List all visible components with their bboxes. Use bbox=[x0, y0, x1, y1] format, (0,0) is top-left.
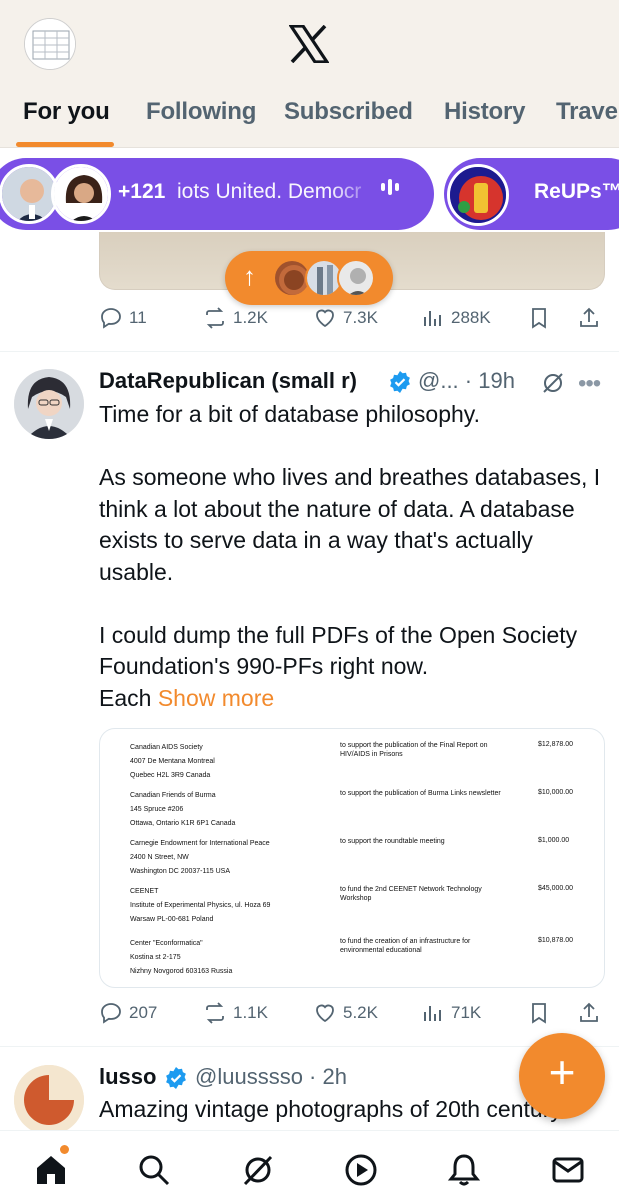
space-pill[interactable]: +121 iots United. Democr bbox=[0, 158, 434, 230]
bottom-navigation bbox=[0, 1130, 619, 1200]
tweet2-text: Time for a bit of database philosophy. A… bbox=[99, 399, 609, 714]
reply-icon bbox=[101, 1003, 121, 1024]
tab-following[interactable]: Following bbox=[146, 98, 256, 126]
search-icon[interactable] bbox=[137, 1153, 171, 1187]
like-count: 5.2K bbox=[343, 1003, 378, 1022]
tweet2-paragraph: As someone who lives and breathes databa… bbox=[99, 464, 601, 585]
tweet2-document-image[interactable]: Canadian AIDS Society 4007 De Mentana Mon… bbox=[99, 728, 605, 988]
tab-subscribed[interactable]: Subscribed bbox=[284, 98, 413, 126]
like-count: 7.3K bbox=[343, 308, 378, 327]
tab-for-you[interactable]: For you bbox=[23, 98, 110, 126]
author-name[interactable]: DataRepublican (small r) bbox=[99, 368, 357, 394]
views-icon bbox=[424, 1006, 441, 1021]
new-post-avatar bbox=[337, 259, 375, 297]
bookmark-button[interactable] bbox=[527, 301, 551, 335]
repost-count: 1.2K bbox=[233, 308, 268, 327]
heart-icon bbox=[316, 309, 334, 328]
reply-count: 207 bbox=[129, 1003, 158, 1022]
reply-count: 11 bbox=[129, 308, 147, 327]
views-count: 288K bbox=[451, 308, 491, 327]
grok-icon[interactable] bbox=[241, 1153, 275, 1187]
spaces-bar: +121 iots United. Democr ReUPs™ bbox=[0, 158, 619, 230]
share-icon bbox=[580, 1002, 598, 1022]
show-more-link[interactable]: Show more bbox=[158, 685, 274, 711]
repost-icon bbox=[206, 1002, 224, 1024]
messages-icon[interactable] bbox=[551, 1153, 585, 1187]
views-button[interactable]: 288K bbox=[421, 301, 491, 335]
repost-button[interactable]: 1.2K bbox=[203, 301, 268, 335]
tweet2-paragraph: Time for a bit of database philosophy. bbox=[99, 401, 480, 427]
top-header: For you Following Subscribed History Tra… bbox=[0, 0, 619, 148]
reply-button[interactable]: 207 bbox=[99, 996, 157, 1030]
views-count: 71K bbox=[451, 1003, 482, 1022]
like-button[interactable]: 5.2K bbox=[313, 996, 378, 1030]
space2-host-avatar bbox=[447, 164, 509, 226]
repost-icon bbox=[206, 307, 224, 329]
space-title-fade bbox=[330, 170, 380, 216]
profile-avatar[interactable] bbox=[24, 18, 76, 70]
reply-button[interactable]: 11 bbox=[99, 301, 147, 335]
author-handle: @luusssso · 2h bbox=[195, 1064, 347, 1089]
plus-icon: + bbox=[548, 1046, 576, 1098]
bookmark-button[interactable] bbox=[527, 996, 551, 1030]
post-time: 2h bbox=[322, 1064, 347, 1089]
space2-title: ReUPs™ bbox=[534, 180, 619, 203]
bookmark-icon bbox=[532, 1003, 546, 1024]
verified-badge-icon bbox=[166, 1067, 186, 1089]
home-icon[interactable] bbox=[34, 1153, 68, 1187]
views-icon bbox=[424, 311, 441, 326]
tab-history[interactable]: History bbox=[444, 98, 525, 126]
share-button[interactable] bbox=[577, 301, 601, 335]
x-logo-icon[interactable] bbox=[289, 25, 329, 63]
tab-travel[interactable]: Trave bbox=[556, 98, 618, 126]
more-options-icon[interactable]: ••• bbox=[578, 370, 601, 398]
repost-button[interactable]: 1.1K bbox=[203, 996, 268, 1030]
heart-icon bbox=[316, 1004, 334, 1023]
verified-badge-icon bbox=[390, 371, 410, 393]
lusso-avatar[interactable] bbox=[14, 1065, 84, 1135]
author-handle: @... · 19h bbox=[418, 368, 515, 393]
home-notification-dot bbox=[60, 1145, 69, 1154]
tweet-divider bbox=[0, 351, 619, 352]
notifications-icon[interactable] bbox=[447, 1153, 481, 1187]
arrow-up-icon: ↑ bbox=[243, 261, 256, 291]
reply-icon bbox=[101, 308, 121, 329]
compose-post-button[interactable]: + bbox=[519, 1033, 605, 1119]
share-icon bbox=[580, 307, 598, 327]
space-cohost-avatar bbox=[51, 164, 111, 224]
like-button[interactable]: 7.3K bbox=[313, 301, 378, 335]
tweet1-actions: 11 1.2K 7.3K 288K bbox=[99, 301, 609, 335]
tweet2-paragraph: I could dump the full PDFs of the Open S… bbox=[99, 621, 578, 711]
profile-avatar-image bbox=[25, 19, 75, 69]
post-time: 19h bbox=[478, 368, 515, 393]
space-listener-count: +121 bbox=[118, 180, 166, 203]
tweet2-actions: 207 1.1K 5.2K 71K bbox=[99, 996, 609, 1030]
grok-icon[interactable] bbox=[540, 370, 566, 396]
timeline-tabs: For you Following Subscribed History Tra… bbox=[0, 92, 619, 148]
bookmark-icon bbox=[532, 308, 546, 329]
author-name[interactable]: lusso bbox=[99, 1064, 156, 1090]
views-button[interactable]: 71K bbox=[421, 996, 481, 1030]
active-tab-indicator bbox=[16, 142, 114, 147]
share-button[interactable] bbox=[577, 996, 601, 1030]
new-posts-button[interactable]: ↑ bbox=[225, 251, 393, 305]
datarepublican-avatar[interactable] bbox=[14, 369, 84, 439]
audio-wave-icon bbox=[380, 174, 400, 206]
tweet3-text: Amazing vintage photographs of 20th cent… bbox=[99, 1096, 562, 1122]
video-icon[interactable] bbox=[344, 1153, 378, 1187]
repost-count: 1.1K bbox=[233, 1003, 268, 1022]
